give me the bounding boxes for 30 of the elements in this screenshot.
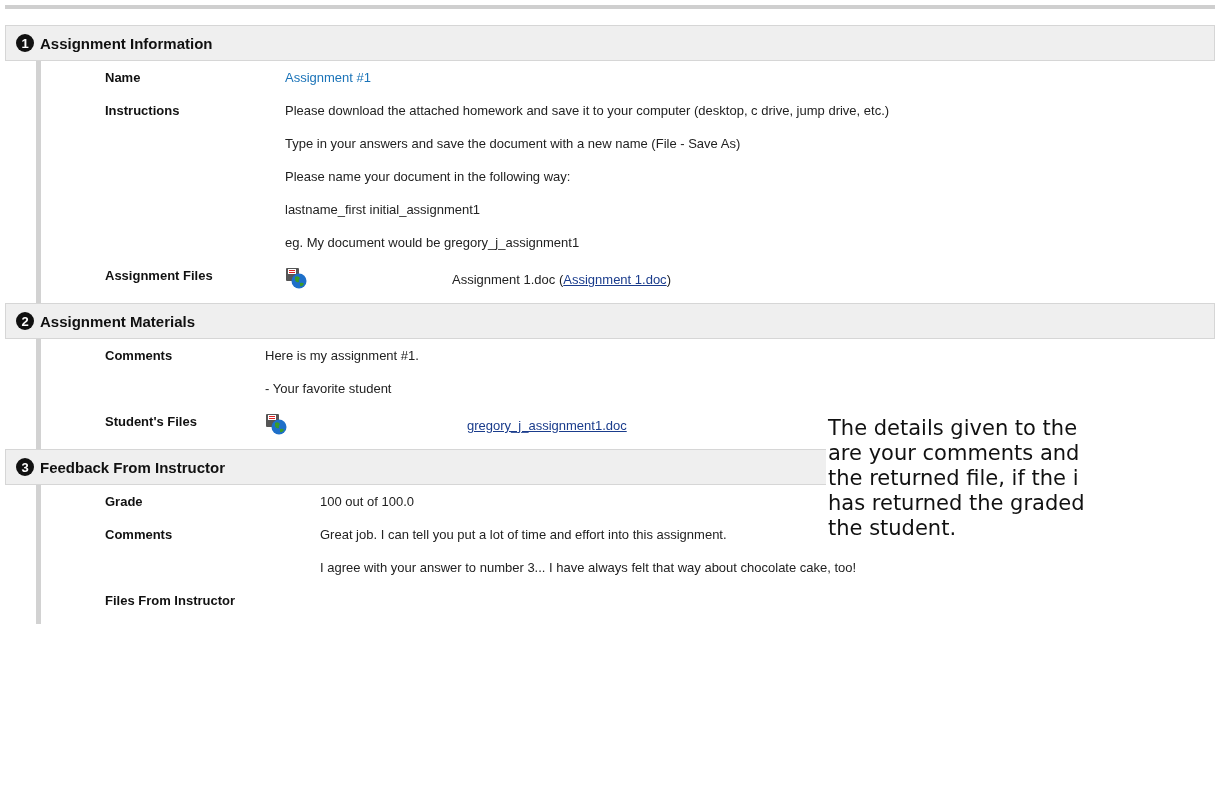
assignment-name-link[interactable]: Assignment #1 xyxy=(285,70,371,85)
field-label: Assignment Files xyxy=(105,268,213,283)
field-value: eg. My document would be gregory_j_assignment1 xyxy=(285,235,580,250)
section-title: Assignment Information xyxy=(40,34,213,52)
field-label: Name xyxy=(105,70,141,85)
field-value: Great job. I can tell you put a lot of time and effort into this assignment. xyxy=(320,527,727,542)
file-link[interactable]: Assignment 1.doc xyxy=(563,272,667,287)
field-label: Instructions xyxy=(105,103,180,118)
field-label: Comments xyxy=(105,527,173,542)
floppy-globe-icon xyxy=(265,413,287,435)
floppy-globe-icon xyxy=(285,267,307,289)
field-label: Comments xyxy=(105,348,173,363)
field-label: Grade xyxy=(105,494,143,509)
section-title: Assignment Materials xyxy=(40,312,196,330)
field-value: Please download the attached homework and save it to your computer (desktop, c drive, jump drive, etc.) xyxy=(285,103,890,118)
field-value: - Your favorite student xyxy=(265,381,392,396)
field-label: Files From Instructor xyxy=(105,593,236,608)
field-value: Type in your answers and save the document with a new name (File - Save As) xyxy=(285,136,741,151)
field-value: Here is my assignment #1. xyxy=(265,348,419,363)
field-value: I agree with your answer to number 3... I have always felt that way about chocolate cake, too! xyxy=(320,560,857,575)
field-value: 100 out of 100.0 xyxy=(320,494,414,509)
step-number-badge: 3 xyxy=(16,458,34,476)
file-entry: Assignment 1.doc (Assignment 1.doc) xyxy=(452,271,671,289)
file-link[interactable]: gregory_j_assignment1.doc xyxy=(467,413,627,435)
field-label: Student's Files xyxy=(105,414,197,429)
section-title: Feedback From Instructor xyxy=(40,458,226,476)
field-value: lastname_first initial_assignment1 xyxy=(285,202,481,217)
field-value: Please name your document in the following way: xyxy=(285,169,571,184)
step-number-badge: 1 xyxy=(16,34,34,52)
step-number-badge: 2 xyxy=(16,312,34,330)
